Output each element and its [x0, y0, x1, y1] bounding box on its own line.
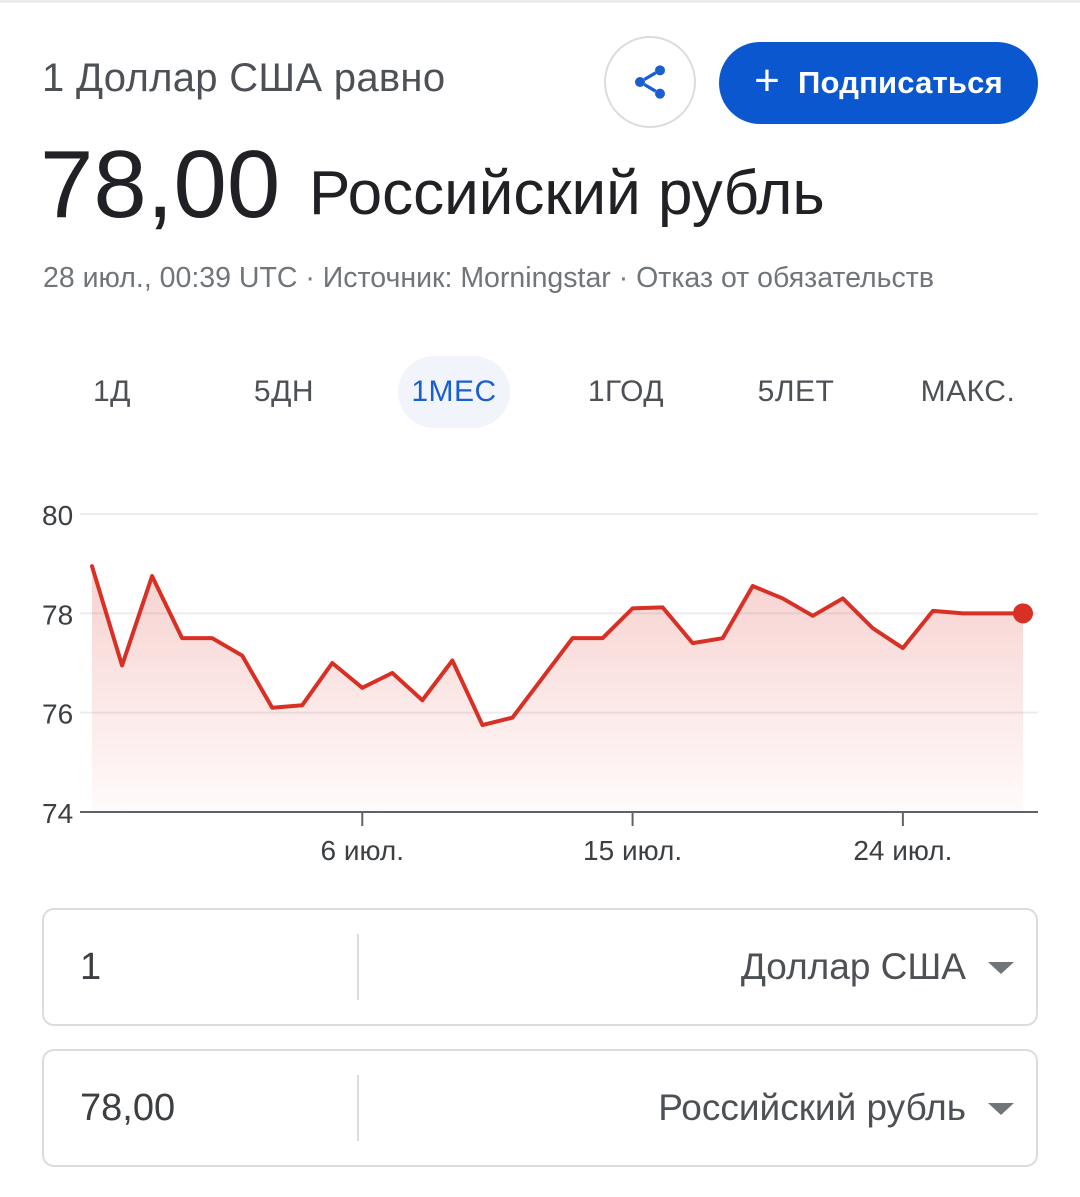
amount-input-to[interactable]: 78,00: [80, 1051, 175, 1165]
subscribe-label: Подписаться: [798, 65, 1003, 100]
x-tick-label: 24 июл.: [853, 835, 952, 866]
series-area: [92, 566, 1023, 812]
plus-icon: +: [754, 56, 780, 105]
target-currency-name: Российский рубль: [309, 159, 825, 228]
tab-1m[interactable]: 1МЕС: [398, 356, 510, 428]
tab-5y[interactable]: 5ЛЕТ: [740, 356, 852, 428]
currency-select-from[interactable]: Доллар США: [741, 910, 966, 1024]
y-tick-label: 76: [42, 699, 73, 730]
tab-5d[interactable]: 5ДН: [226, 356, 342, 428]
rate-chart[interactable]: 80 78 76 74 6 июл. 15 июл. 24 июл.: [0, 480, 1080, 880]
tab-max[interactable]: МАКС.: [906, 356, 1030, 428]
exchange-rate-value: 78,00: [40, 131, 281, 238]
dropdown-arrow-icon[interactable]: [988, 1103, 1014, 1115]
share-icon: [635, 65, 665, 99]
subscribe-button[interactable]: + Подписаться: [719, 42, 1038, 124]
x-tick-label: 6 июл.: [321, 835, 405, 866]
amount-input-from[interactable]: 1: [80, 910, 101, 1024]
converter-divider: [357, 1075, 359, 1141]
conversion-subtitle: 1 Доллар США равно: [42, 56, 446, 100]
y-tick-label: 74: [42, 798, 73, 829]
converter-to-row: 78,00 Российский рубль: [42, 1049, 1038, 1167]
converter-from-row: 1 Доллар США: [42, 908, 1038, 1026]
currency-select-to[interactable]: Российский рубль: [658, 1051, 966, 1165]
rate-meta-line: 28 июл., 00:39 UTC · Источник: Morningst…: [43, 262, 934, 294]
converter-divider: [357, 934, 359, 1000]
share-button[interactable]: [604, 36, 696, 128]
tab-1y[interactable]: 1ГОД: [570, 356, 682, 428]
x-tick-label: 15 июл.: [583, 835, 682, 866]
series-endpoint: [1013, 603, 1033, 624]
dropdown-arrow-icon[interactable]: [988, 962, 1014, 974]
y-tick-label: 78: [42, 599, 73, 630]
y-tick-label: 80: [42, 500, 73, 531]
range-tabs: 1Д 5ДН 1МЕС 1ГОД 5ЛЕТ МАКС.: [0, 356, 1080, 428]
top-divider: [0, 0, 1080, 3]
tab-1d[interactable]: 1Д: [62, 356, 162, 428]
